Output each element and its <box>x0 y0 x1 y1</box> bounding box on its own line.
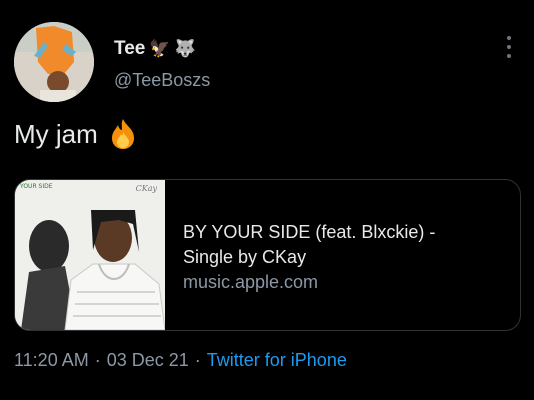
card-domain: music.apple.com <box>183 272 319 292</box>
author-handle[interactable]: @TeeBoszs <box>114 70 210 91</box>
wolf-icon: 🐺 <box>174 39 196 58</box>
tweet-date[interactable]: 03 Dec 21 <box>107 350 189 371</box>
tweet-source-link[interactable]: Twitter for iPhone <box>207 350 347 371</box>
meta-separator: · <box>94 350 101 370</box>
avatar-photo <box>14 22 94 102</box>
album-art-label-left: YOUR SIDE <box>20 183 53 190</box>
album-art: YOUR SIDE CKay <box>15 180 165 330</box>
tweet-text: My jam <box>14 118 138 150</box>
author-name[interactable]: Tee <box>114 38 145 60</box>
avatar[interactable] <box>14 22 94 102</box>
album-art-image <box>15 180 165 330</box>
card-title: BY YOUR SIDE (feat. Blxckie) - Single by… <box>183 222 436 267</box>
tweet-meta: 11:20 AM · 03 Dec 21 · Twitter for iPhon… <box>14 350 347 371</box>
card-info: BY YOUR SIDE (feat. Blxckie) - Single by… <box>165 180 483 330</box>
link-preview-card[interactable]: YOUR SIDE CKay BY YOUR SIDE (feat. Blxck… <box>14 179 521 331</box>
author-name-row[interactable]: Tee 🦅 🐺 <box>114 38 196 60</box>
more-options-icon[interactable] <box>500 36 518 58</box>
fire-icon <box>111 119 134 149</box>
tweet-time[interactable]: 11:20 AM <box>14 350 89 371</box>
eagle-icon: 🦅 <box>149 39 171 58</box>
meta-separator: · <box>194 350 201 370</box>
tweet-body: My jam <box>14 118 98 149</box>
album-art-label-right: CKay <box>135 184 157 193</box>
